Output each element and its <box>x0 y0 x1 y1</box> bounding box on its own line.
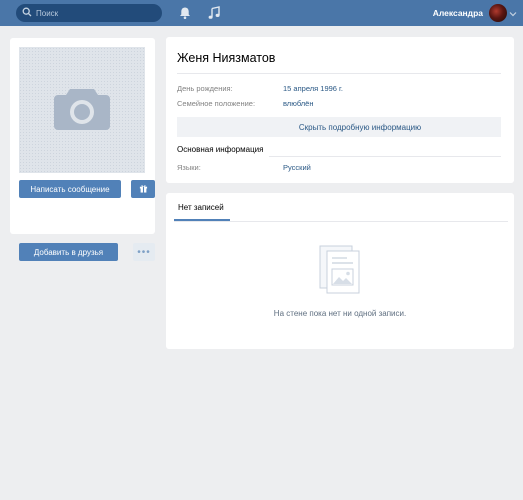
search-input[interactable] <box>36 8 156 18</box>
camera-icon <box>54 89 110 130</box>
user-name[interactable]: Александра <box>433 8 483 18</box>
write-message-button[interactable]: Написать сообщение <box>19 180 121 198</box>
search-icon <box>22 7 32 19</box>
birthday-value[interactable]: 15 апреля 1996 г. <box>283 84 343 93</box>
section-title-main-info: Основная информация <box>177 145 264 154</box>
bell-icon[interactable] <box>178 6 192 20</box>
avatar[interactable] <box>489 4 507 22</box>
languages-value[interactable]: Русский <box>283 163 311 172</box>
languages-label: Языки: <box>177 163 201 172</box>
family-status-label: Семейное положение: <box>177 99 256 108</box>
section-divider <box>269 156 501 157</box>
birthday-label: День рождения: <box>177 84 233 93</box>
profile-info-card: Женя Ниязматов День рождения: 15 апреля … <box>166 37 514 183</box>
tab-no-posts[interactable]: Нет записей <box>178 203 224 212</box>
add-friend-button[interactable]: Добавить в друзья <box>19 243 118 261</box>
gift-icon <box>139 184 148 195</box>
top-bar: Александра <box>0 0 523 26</box>
profile-photo[interactable] <box>19 47 145 173</box>
wall-card: Нет записей На стене пока нет ни одной з… <box>166 193 514 349</box>
tab-divider <box>174 221 508 222</box>
hide-details-button[interactable]: Скрыть подробную информацию <box>177 117 501 137</box>
chevron-down-icon[interactable] <box>509 10 517 17</box>
family-status-value[interactable]: влюблён <box>283 99 313 108</box>
empty-wall-text: На стене пока нет ни одной записи. <box>273 309 407 318</box>
music-icon[interactable] <box>207 6 221 20</box>
more-options-button[interactable]: ••• <box>133 243 155 261</box>
profile-name: Женя Ниязматов <box>177 51 276 65</box>
divider <box>177 73 501 74</box>
search-box[interactable] <box>16 4 162 22</box>
profile-photo-card: Написать сообщение Добавить в друзья ••• <box>10 38 155 261</box>
gift-button[interactable] <box>131 180 155 198</box>
empty-wall-icon <box>319 245 360 294</box>
